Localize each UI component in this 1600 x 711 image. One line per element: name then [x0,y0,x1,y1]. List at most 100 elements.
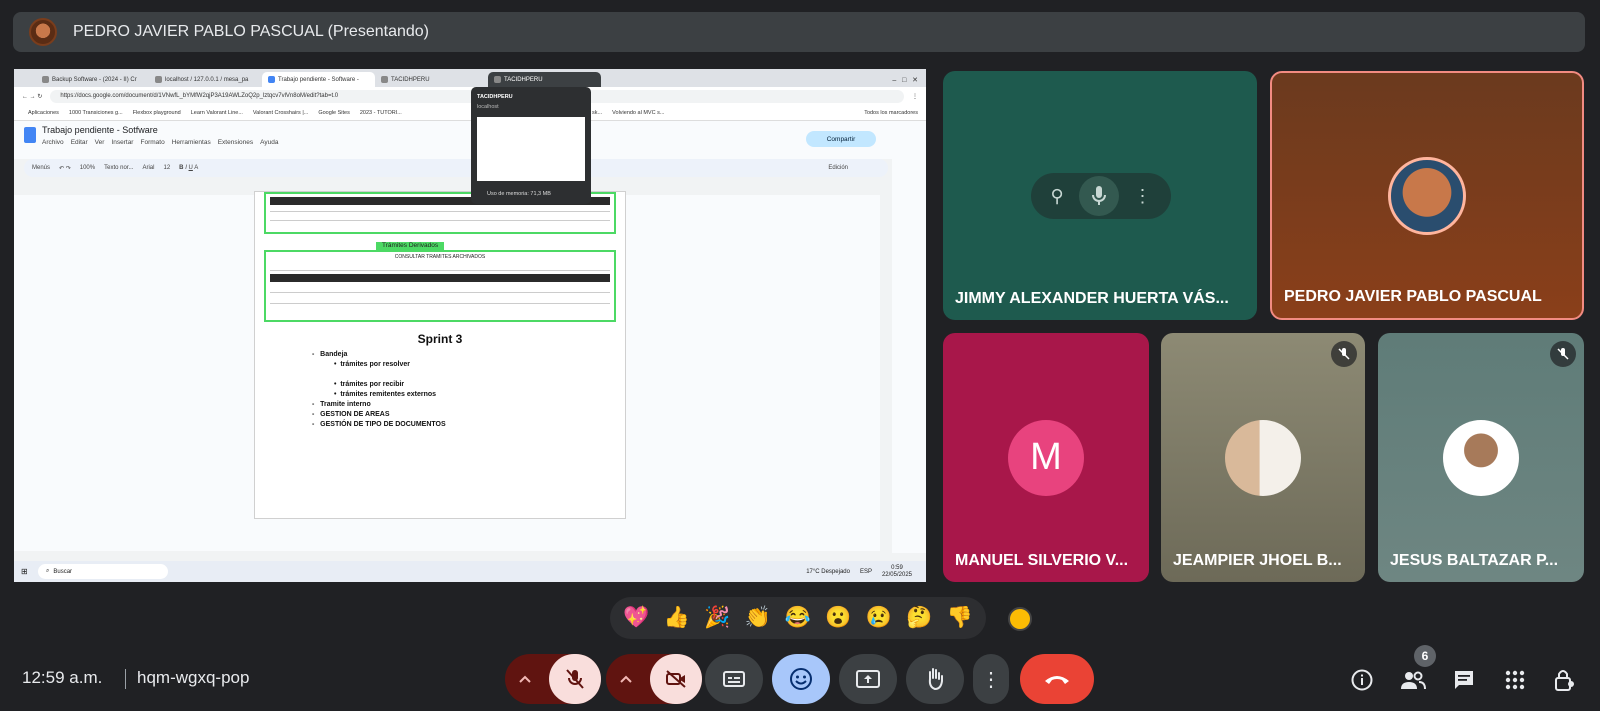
emoji-button[interactable] [772,654,830,704]
participant-tile[interactable]: JEAMPIER JHOEL B... [1161,333,1365,582]
camera-off-button[interactable] [650,654,702,704]
share-button[interactable]: Compartir [806,131,876,147]
bookmark[interactable]: Todos los marcadores [864,110,926,116]
meeting-details-button[interactable] [1344,662,1380,698]
host-controls-button[interactable] [1547,662,1583,698]
reaction-laugh[interactable]: 😂 [785,606,811,630]
menu-item[interactable]: Ver [95,139,105,146]
presenter-avatar [29,18,57,46]
menu-item[interactable]: Archivo [42,139,64,146]
participant-tile[interactable]: JESUS BALTAZAR P... [1378,333,1584,582]
more-options-icon[interactable]: ⋮ [1134,186,1152,207]
captions-icon [723,671,745,687]
menus-search[interactable]: Menús [32,165,50,171]
font-select[interactable]: Arial [142,165,154,171]
reaction-sad[interactable]: 😢 [866,606,892,630]
chat-icon [1455,671,1473,689]
font-size[interactable]: 12 [163,165,170,171]
participant-photo [1443,419,1519,496]
window-controls[interactable]: – □ ✕ [884,76,926,87]
tab-label: Backup Software - (2024 - II) Cr [52,76,137,83]
smiley-icon [790,668,812,690]
tab-thumbnail [477,117,585,181]
captions-button[interactable] [705,654,763,704]
list-item: - GESTION DE AREAS [312,411,390,418]
more-options-button[interactable]: ⋮ [973,654,1009,704]
menu-item[interactable]: Ayuda [260,139,278,146]
reaction-thumbs-up[interactable]: 👍 [664,606,690,630]
bookmark[interactable]: Volviendo al MVC s... [612,110,664,116]
table-header-bar [270,274,610,282]
chevron-up-icon[interactable] [505,654,545,704]
shared-screen[interactable]: Backup Software - (2024 - II) Cr localho… [14,69,926,582]
menu-item[interactable]: Insertar [111,139,133,146]
menu-item[interactable]: Formato [140,139,164,146]
undo-icon[interactable]: ↶ ↷ [59,165,71,172]
reaction-party[interactable]: 🎉 [704,606,730,630]
chat-button[interactable] [1446,662,1482,698]
edit-mode[interactable]: Edición [828,165,888,171]
browser-menu-icon[interactable]: ⋮ [912,93,918,100]
menu-item[interactable]: Editar [71,139,88,146]
tab-favicon-icon [155,76,162,83]
skin-tone-button[interactable] [1008,607,1032,631]
bookmark[interactable]: Flexbox playground [133,110,181,116]
list-item: • trámites por resolver [334,361,410,368]
tab-label: TACIDHPERU [391,76,430,83]
browser-tab[interactable]: TACIDHPERU [488,72,601,87]
menu-item[interactable]: Herramientas [172,139,211,146]
raise-hand-button[interactable] [906,654,964,704]
browser-tab[interactable]: localhost / 127.0.0.1 / mesa_pa [149,72,262,87]
doc-title[interactable]: Trabajo pendiente - Sotfware [42,125,158,135]
participant-tile-active[interactable]: PEDRO JAVIER PABLO PASCUAL [1270,71,1584,320]
bookmark[interactable]: 2023 - TUTORI... [360,110,402,116]
activities-button[interactable] [1497,662,1533,698]
document-page[interactable]: Trámites Derivados CONSULTAR TRAMITES AR… [254,191,626,519]
tray-time: 0:59 [891,564,903,571]
bookmark[interactable]: Aplicaciones [28,110,59,116]
participant-initial-avatar: M [1008,419,1084,496]
embedded-table-image: CONSULTAR TRAMITES ARCHIVADOS [264,250,616,322]
mic-off-button[interactable] [549,654,601,704]
browser-tab[interactable]: Backup Software - (2024 - II) Cr [36,72,149,87]
chevron-up-icon[interactable] [606,654,646,704]
browser-tab[interactable]: Trabajo pendiente - Software - [262,72,375,87]
bookmark[interactable]: Google Sites [318,110,350,116]
menu-item[interactable]: Extensiones [218,139,253,146]
language[interactable]: ESP [860,569,872,575]
browser-tab[interactable]: TACIDHPERU [375,72,488,87]
tab-hover-card: TACIDHPERU localhost Uso de memoria: 71,… [471,87,591,204]
bookmark[interactable]: 1000 Transiciones g... [69,110,123,116]
list-item: - Tramite interno [312,401,371,408]
tab-label: Trabajo pendiente - Software - [278,76,359,83]
side-panel [892,153,926,553]
zoom-select[interactable]: 100% [80,165,95,171]
table-line [270,270,610,271]
people-button[interactable] [1395,662,1431,698]
bookmark[interactable]: Valorant Crosshairs |... [253,110,308,116]
nav-icons[interactable]: ← → ↻ [22,93,42,100]
participant-tile[interactable]: ⚲ ⋮ JIMMY ALEXANDER HUERTA VÁS... [943,71,1257,320]
reaction-thumbs-down[interactable]: 👎 [947,606,973,630]
style-select[interactable]: Texto nor... [104,165,133,171]
reaction-thinking[interactable]: 🤔 [906,606,932,630]
windows-start-icon[interactable]: ⊞ [21,567,28,576]
present-button[interactable] [839,654,897,704]
mic-icon[interactable] [1078,176,1119,216]
participant-tile[interactable]: M MANUEL SILVERIO V... [943,333,1149,582]
people-icon [1401,671,1426,690]
tray-clock[interactable]: 0:59 22/05/2025 [882,565,912,579]
reaction-surprised[interactable]: 😮 [825,606,851,630]
pin-icon[interactable]: ⚲ [1050,186,1063,207]
participant-name: JIMMY ALEXANDER HUERTA VÁS... [955,290,1229,307]
reaction-heart[interactable]: 💖 [623,606,649,630]
leave-call-button[interactable] [1020,654,1094,704]
reaction-clap[interactable]: 👏 [744,606,770,630]
bookmark[interactable]: Learn Valorant Line... [191,110,243,116]
meeting-code[interactable]: hqm-wgxq-pop [125,668,249,688]
weather[interactable]: 17°C Despejado [806,569,850,575]
format-icons[interactable]: B I U A [179,165,198,171]
taskbar-search[interactable]: ⌕ Buscar [38,564,168,579]
camera-control [606,654,702,704]
lock-person-icon [1555,670,1574,691]
